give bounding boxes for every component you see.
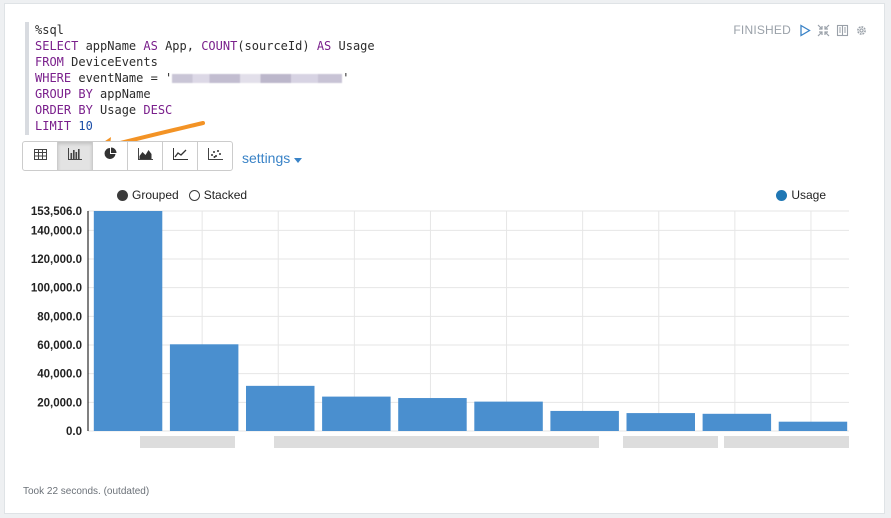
redacted-x-label bbox=[274, 436, 599, 448]
bar bbox=[93, 211, 163, 431]
bar bbox=[550, 410, 619, 431]
bar bbox=[474, 401, 543, 431]
notebook-paragraph: %sql SELECT appName AS App, COUNT(sourceI… bbox=[4, 3, 885, 514]
y-tick-label: 100,000.0 bbox=[31, 283, 82, 295]
redacted-x-label bbox=[724, 436, 849, 448]
y-tick-label: 40,000.0 bbox=[37, 369, 82, 381]
y-tick-label: 20,000.0 bbox=[37, 397, 82, 409]
y-tick-label: 120,000.0 bbox=[31, 254, 82, 266]
bar bbox=[246, 385, 315, 431]
bar bbox=[322, 396, 391, 431]
bar bbox=[169, 344, 239, 431]
bar bbox=[398, 398, 467, 431]
bar-chart: 0.0 20,000.0 40,000.0 60,000.0 80,000.0 100,0… bbox=[31, 206, 849, 448]
y-tick-label: 60,000.0 bbox=[37, 340, 82, 352]
bar bbox=[778, 421, 848, 431]
redacted-x-label bbox=[623, 436, 718, 448]
bar bbox=[626, 413, 695, 431]
redacted-x-label bbox=[140, 436, 235, 448]
execution-footer: Took 22 seconds. (outdated) bbox=[23, 486, 150, 497]
y-tick-label: 80,000.0 bbox=[37, 311, 82, 323]
y-tick-label: 153,506.0 bbox=[31, 206, 82, 218]
bar bbox=[702, 413, 772, 431]
y-tick-label: 140,000.0 bbox=[31, 225, 82, 237]
y-tick-label: 0.0 bbox=[66, 426, 82, 438]
